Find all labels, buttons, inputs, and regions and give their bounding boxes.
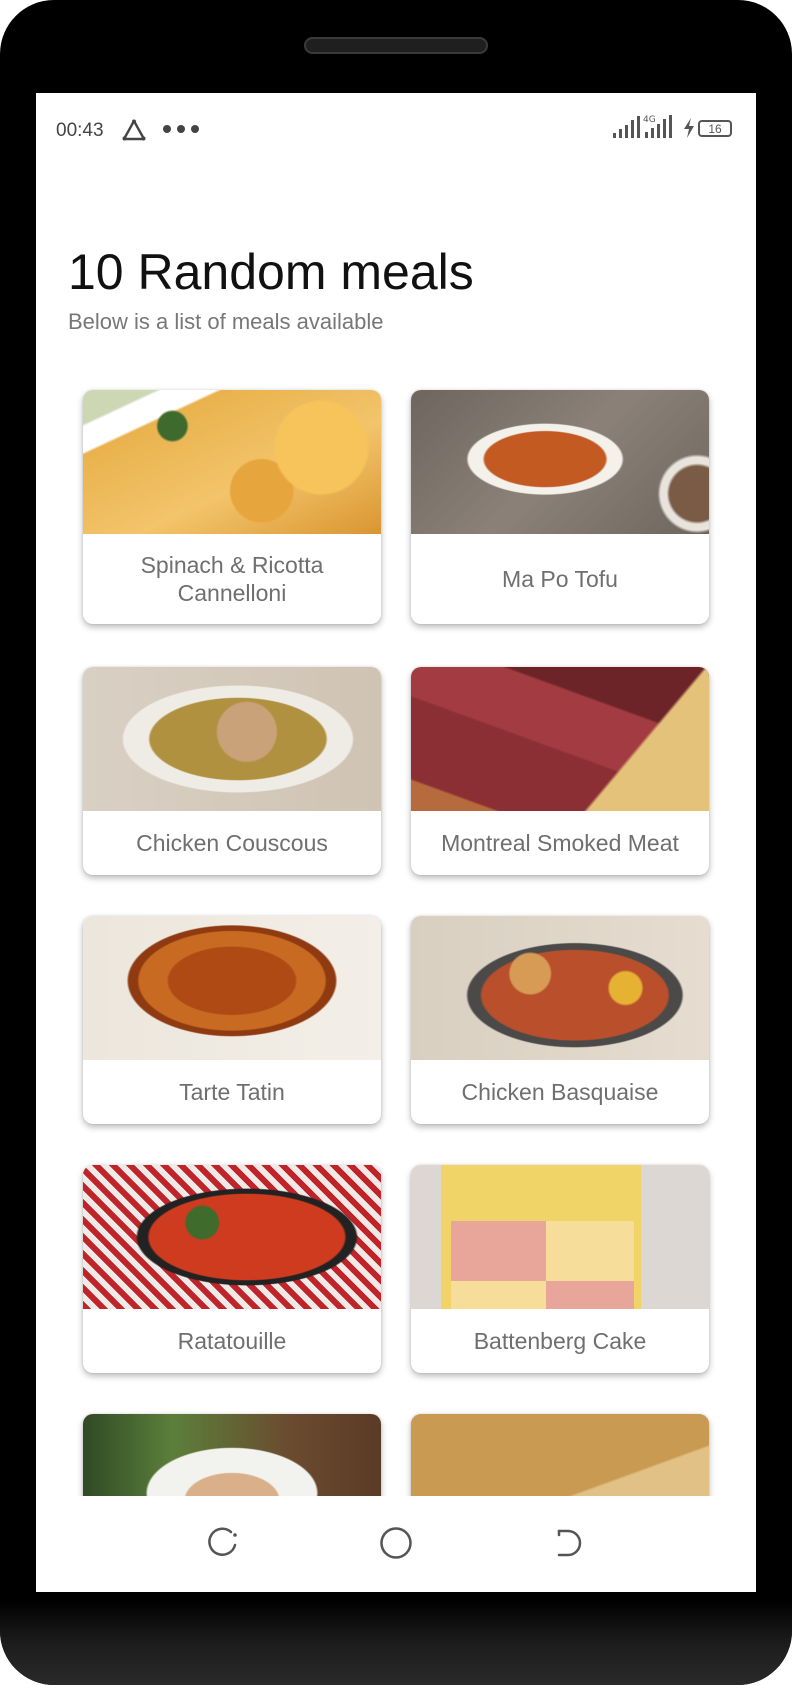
- page-title: 10 Random meals: [68, 244, 474, 300]
- meal-image: [411, 390, 709, 534]
- meal-card[interactable]: [411, 1414, 709, 1496]
- meal-image: [83, 1165, 381, 1309]
- meal-name: Battenberg Cake: [473, 1328, 647, 1354]
- recent-apps-icon[interactable]: [204, 1523, 244, 1563]
- meal-card[interactable]: Spinach & Ricotta Cannelloni: [83, 390, 381, 624]
- back-icon[interactable]: [548, 1523, 588, 1563]
- meal-name: Chicken Basquaise: [461, 1079, 659, 1105]
- meal-image: [83, 916, 381, 1060]
- phone-chin: [0, 1579, 792, 1685]
- meal-image: [411, 916, 709, 1060]
- phone-frame: 00:43 4G 16 10 Random meals Below is a l…: [0, 0, 792, 1685]
- meal-image: [411, 1414, 709, 1496]
- meal-card[interactable]: Ma Po Tofu: [411, 390, 709, 624]
- charging-icon: [684, 118, 694, 138]
- meal-image: [83, 1414, 381, 1496]
- meal-card[interactable]: Ratatouille: [83, 1165, 381, 1373]
- cake-pink-square: [451, 1221, 546, 1281]
- signal-icon: [613, 116, 640, 138]
- meal-name: Montreal Smoked Meat: [441, 830, 679, 856]
- battery-level-text: 16: [708, 121, 722, 136]
- meal-name: Ratatouille: [177, 1328, 287, 1354]
- meal-name: Chicken Couscous: [136, 830, 328, 856]
- meal-card[interactable]: Montreal Smoked Meat: [411, 667, 709, 875]
- meal-name: Ma Po Tofu: [502, 566, 618, 592]
- meal-card[interactable]: Chicken Couscous: [83, 667, 381, 875]
- meal-card[interactable]: Chicken Basquaise: [411, 916, 709, 1124]
- earpiece-speaker: [304, 37, 488, 54]
- screen: 00:43 4G 16 10 Random meals Below is a l…: [36, 93, 756, 1592]
- cake-yellow-square: [546, 1221, 634, 1281]
- cake-pink-square: [546, 1281, 634, 1309]
- signal-icon: 4G: [643, 115, 672, 138]
- meal-card[interactable]: Battenberg Cake: [411, 1165, 709, 1373]
- meal-image: [411, 1165, 709, 1309]
- page-subtitle: Below is a list of meals available: [68, 309, 384, 334]
- status-bar: 00:43 4G 16: [36, 93, 756, 165]
- meal-image: [411, 667, 709, 811]
- meal-image: [83, 667, 381, 811]
- cake-yellow-square: [451, 1281, 546, 1309]
- more-dots-icon: [163, 125, 199, 133]
- triangle-alert-icon: [122, 119, 146, 141]
- content-scroll-area[interactable]: 00:43 4G 16 10 Random meals Below is a l…: [36, 93, 756, 1496]
- meal-image: [83, 390, 381, 534]
- battery-icon: 16: [698, 120, 732, 137]
- navigation-bar: [36, 1496, 756, 1592]
- meal-name: Spinach & Ricotta Cannelloni: [140, 552, 324, 606]
- meal-card[interactable]: [83, 1414, 381, 1496]
- status-time: 00:43: [56, 120, 104, 141]
- meal-name: Tarte Tatin: [179, 1079, 285, 1105]
- home-icon[interactable]: [376, 1523, 416, 1563]
- svg-text:4G: 4G: [643, 115, 656, 125]
- meal-card[interactable]: Tarte Tatin: [83, 916, 381, 1124]
